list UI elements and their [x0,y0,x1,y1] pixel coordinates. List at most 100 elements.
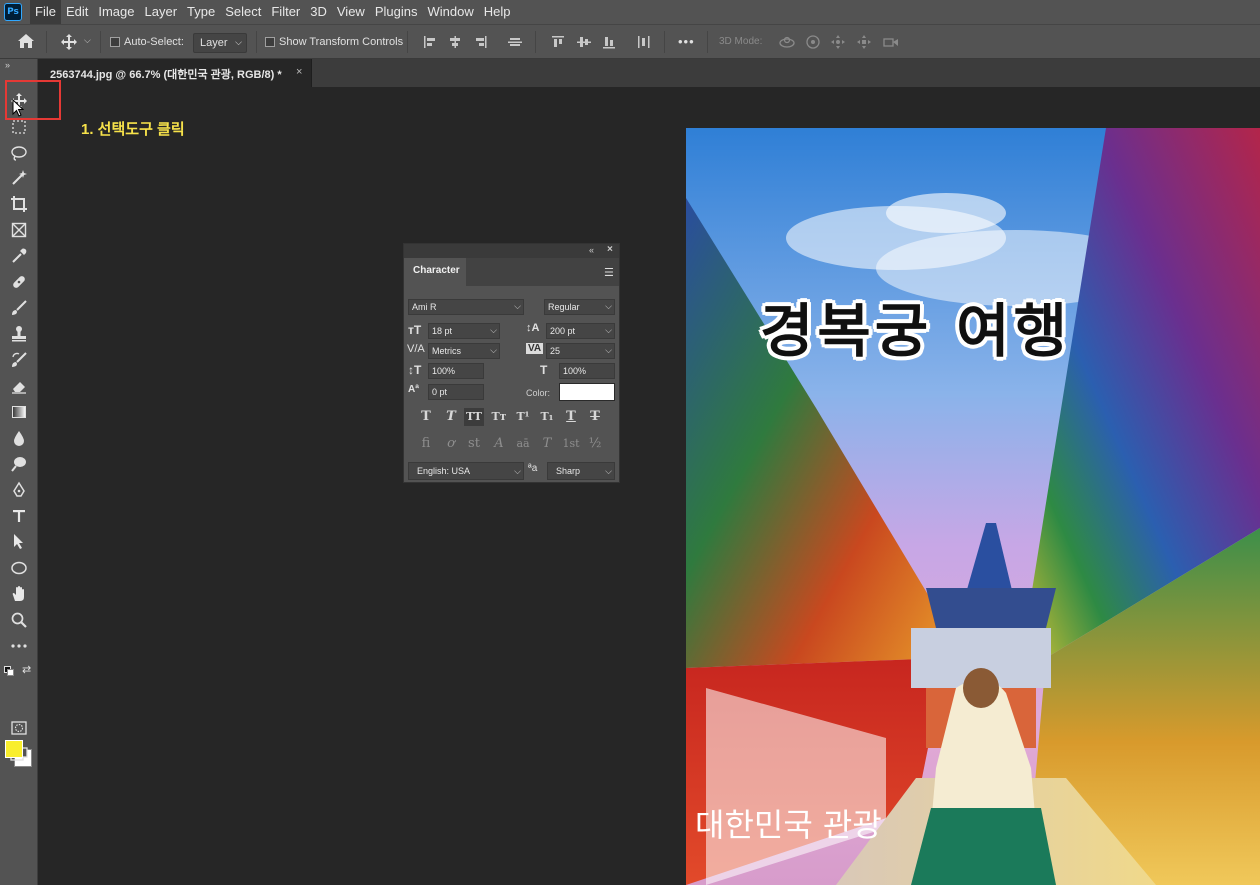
separator [100,31,101,53]
color-label: Color: [526,388,551,398]
distribute-icon[interactable] [636,34,652,50]
align-right-icon[interactable] [472,34,488,50]
canvas-title-text[interactable]: 경복궁 여행 [760,284,1071,368]
panel-menu-icon[interactable]: ☰ [604,266,614,279]
gradient-tool-icon[interactable] [9,402,29,422]
tool-preset-chevron-icon[interactable]: ⌵ [84,35,91,46]
frame-tool-icon[interactable] [9,220,29,240]
font-style-select[interactable]: Regular ⌵ [544,299,615,315]
text-color-swatch[interactable] [559,383,615,401]
horizontal-scale-input[interactable]: 100% [559,363,615,379]
default-colors-icon[interactable] [4,665,14,679]
language-select[interactable]: English: USA ⌵ [408,462,524,480]
ellipse-tool-icon[interactable] [9,558,29,578]
swap-colors-icon[interactable]: ⇄ [22,663,31,676]
home-icon[interactable] [17,33,35,52]
discretionary-ligatures-button[interactable]: st [464,435,484,453]
strikethrough-button[interactable]: T [585,408,605,426]
all-caps-button[interactable]: TT [464,408,484,426]
menu-help[interactable]: Help [479,0,516,24]
menu-window[interactable]: Window [422,0,478,24]
align-top-icon[interactable] [550,34,566,50]
anti-aliasing-select[interactable]: Sharp ⌵ [547,462,615,480]
align-middle-icon[interactable] [576,34,592,50]
canvas-document-image[interactable] [686,128,1260,885]
leading-select[interactable]: 200 pt ⌵ [546,323,615,339]
document-tab-bar: 2563744.jpg @ 66.7% (대한민국 관광, RGB/8) * × [40,59,1260,87]
menu-type[interactable]: Type [182,0,220,24]
align-horizontal-center-icon[interactable] [447,34,463,50]
type-tool-icon[interactable] [9,506,29,526]
tracking-value: 25 [550,346,561,356]
font-size-select[interactable]: 18 pt ⌵ [428,323,500,339]
tracking-select[interactable]: 25 ⌵ [546,343,615,359]
menu-edit[interactable]: Edit [61,0,93,24]
marquee-tool-icon[interactable] [9,117,29,137]
titling-alternates-button[interactable]: T [537,435,557,453]
menu-view[interactable]: View [332,0,370,24]
stamp-tool-icon[interactable] [9,324,29,344]
magic-wand-tool-icon[interactable] [9,168,29,188]
baseline-shift-input[interactable]: 0 pt [428,384,484,400]
show-transform-controls-checkbox[interactable] [265,37,275,47]
superscript-button[interactable]: T¹ [513,408,533,426]
old-style-button[interactable]: ơ [441,435,461,453]
chevron-down-icon: ⌵ [490,345,497,355]
menu-3d[interactable]: 3D [305,0,332,24]
fractions-button[interactable]: ½ [585,435,605,453]
document-tab[interactable]: 2563744.jpg @ 66.7% (대한민국 관광, RGB/8) * [40,59,312,87]
stylistic-alternates-button[interactable]: aā [513,435,533,453]
eyedropper-tool-icon[interactable] [9,246,29,266]
ordinals-button[interactable]: 1st [561,435,581,453]
foreground-color-swatch[interactable] [5,740,23,758]
align-vertical-center-icon[interactable] [507,34,523,50]
healing-brush-tool-icon[interactable] [9,272,29,292]
kerning-select[interactable]: Metrics ⌵ [428,343,500,359]
auto-select-checkbox[interactable] [110,37,120,47]
blur-tool-icon[interactable] [9,428,29,448]
auto-select-target-select[interactable]: Layer ⌵ [193,33,247,53]
tab-character[interactable]: Character [404,258,466,286]
faux-bold-button[interactable]: T [416,408,436,426]
ligatures-button[interactable]: fi [416,435,436,453]
font-family-select[interactable]: Ami R ⌵ [408,299,524,315]
menu-layer[interactable]: Layer [140,0,183,24]
move-tool-icon[interactable] [60,33,78,54]
dodge-tool-icon[interactable] [9,454,29,474]
lasso-tool-icon[interactable] [9,143,29,163]
close-icon[interactable]: × [296,66,302,78]
pen-tool-icon[interactable] [9,480,29,500]
align-left-icon[interactable] [422,34,438,50]
tracking-icon: VA [526,343,544,354]
swash-button[interactable]: A [489,435,509,453]
menu-plugins[interactable]: Plugins [370,0,423,24]
history-brush-tool-icon[interactable] [9,350,29,370]
quick-mask-icon[interactable] [9,718,29,738]
vertical-scale-input[interactable]: 100% [428,363,484,379]
separator [707,31,708,53]
crop-tool-icon[interactable] [9,194,29,214]
close-icon[interactable]: × [607,244,613,255]
collapse-panel-icon[interactable]: « [589,245,594,255]
path-selection-tool-icon[interactable] [9,532,29,552]
menu-image[interactable]: Image [93,0,139,24]
menu-select[interactable]: Select [220,0,266,24]
zoom-tool-icon[interactable] [9,610,29,630]
menu-filter[interactable]: Filter [266,0,305,24]
collapse-panel-icon[interactable]: » [5,60,10,70]
subscript-button[interactable]: T₁ [537,408,557,426]
eraser-tool-icon[interactable] [9,376,29,396]
edit-toolbar-icon[interactable] [9,636,29,656]
chevron-down-icon: ⌵ [514,466,521,476]
small-caps-button[interactable]: Tт [489,408,509,426]
hand-tool-icon[interactable] [9,584,29,604]
faux-italic-button[interactable]: T [441,408,461,426]
character-panel-titlebar[interactable]: « × [404,244,619,258]
align-bottom-icon[interactable] [601,34,617,50]
more-options-icon[interactable]: ••• [678,34,695,49]
underline-button[interactable]: T [561,408,581,426]
character-panel-tabs: Character ☰ [404,258,619,286]
brush-tool-icon[interactable] [9,298,29,318]
canvas-subtitle-text[interactable]: 대한민국 관광 [695,800,882,846]
menu-file[interactable]: File [30,0,61,24]
